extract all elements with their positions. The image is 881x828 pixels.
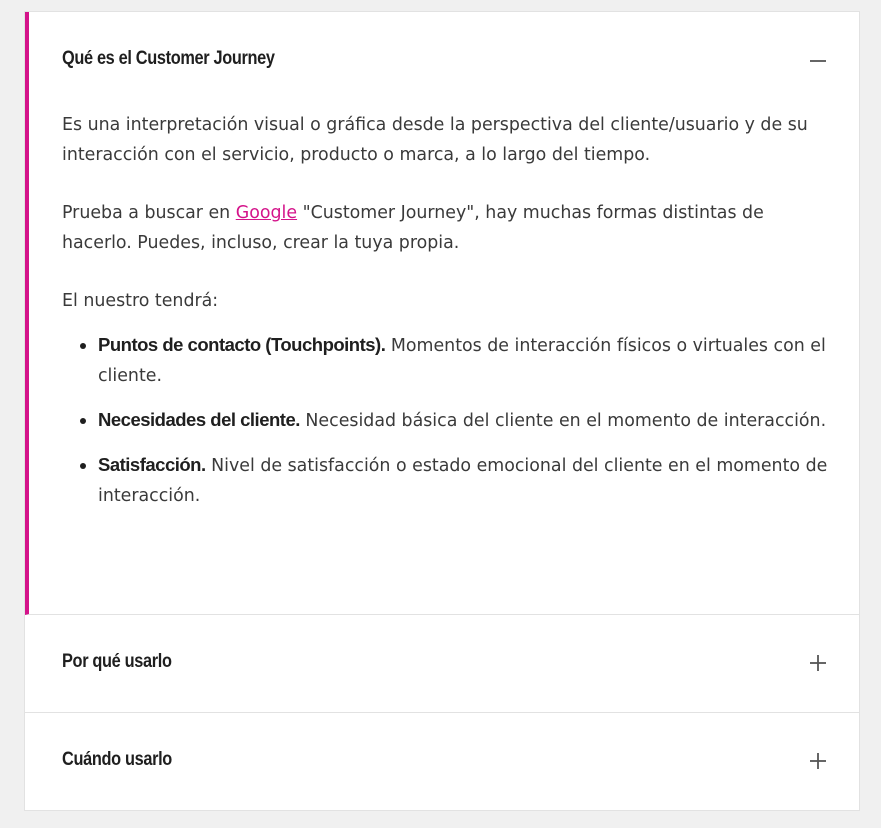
panel-title: Qué es el Customer Journey bbox=[62, 48, 275, 69]
paragraph-text: Prueba a buscar en bbox=[62, 203, 236, 223]
accordion-panel-por-que-usarlo: Por qué usarlo bbox=[25, 615, 859, 713]
list-item-text: Nivel de satisfacción o estado emocional… bbox=[98, 456, 828, 506]
list-item: Necesidades del cliente. Necesidad básic… bbox=[80, 405, 832, 436]
paragraph-intro-list: El nuestro tendrá: bbox=[62, 291, 219, 311]
accordion-header-cuando-usarlo[interactable]: Cuándo usarlo bbox=[25, 713, 859, 809]
accordion-header-customer-journey[interactable]: Qué es el Customer Journey bbox=[29, 12, 859, 108]
paragraph-definition: Es una interpretación visual o gráfica d… bbox=[62, 115, 808, 165]
list-item-term: Puntos de contacto (Touchpoints). bbox=[98, 334, 386, 355]
accordion-header-por-que-usarlo[interactable]: Por qué usarlo bbox=[25, 615, 859, 711]
list-item-term: Necesidades del cliente. bbox=[98, 409, 300, 430]
bullet-icon bbox=[80, 343, 86, 349]
panel-title: Por qué usarlo bbox=[62, 651, 172, 672]
accordion-panel-cuando-usarlo: Cuándo usarlo bbox=[25, 713, 859, 810]
list-item-term: Satisfacción. bbox=[98, 454, 206, 475]
paragraph-google-search: Prueba a buscar en Google "Customer Jour… bbox=[62, 198, 832, 258]
google-link[interactable]: Google bbox=[236, 203, 297, 223]
plus-icon[interactable] bbox=[809, 751, 827, 769]
bullet-icon bbox=[80, 418, 86, 424]
accordion: Qué es el Customer Journey Es una interp… bbox=[24, 11, 860, 811]
bullet-icon bbox=[80, 463, 86, 469]
list-item: Satisfacción. Nivel de satisfacción o es… bbox=[80, 450, 832, 511]
list-item: Puntos de contacto (Touchpoints). Moment… bbox=[80, 330, 832, 391]
minus-icon[interactable] bbox=[809, 50, 827, 68]
accordion-panel-customer-journey: Qué es el Customer Journey Es una interp… bbox=[25, 12, 859, 615]
feature-list: Puntos de contacto (Touchpoints). Moment… bbox=[62, 330, 832, 511]
panel-title: Cuándo usarlo bbox=[62, 749, 172, 770]
plus-icon[interactable] bbox=[809, 653, 827, 671]
list-item-text: Necesidad básica del cliente en el momen… bbox=[299, 411, 827, 431]
panel-body: Es una interpretación visual o gráfica d… bbox=[62, 110, 832, 525]
